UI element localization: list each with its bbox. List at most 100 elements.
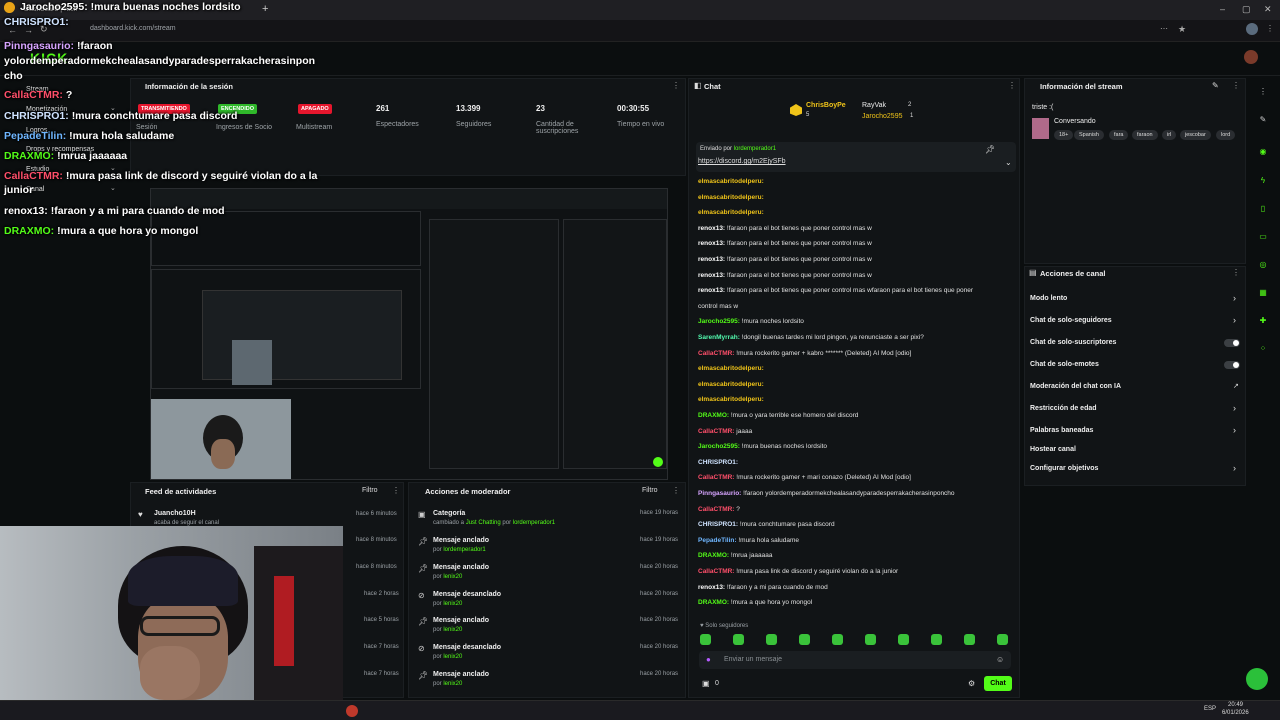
top-gifter-name[interactable]: RayVak xyxy=(862,102,886,109)
extensions-icon[interactable]: ⋯ xyxy=(1160,24,1168,33)
chat-message[interactable]: SarenMyrrah: !dongil buenas tardes mi lo… xyxy=(698,334,924,341)
chevron-right-icon[interactable]: › xyxy=(1233,315,1236,325)
age-restriction-item[interactable]: Restricción de edad xyxy=(1030,405,1097,412)
bookmark-star-icon[interactable]: ★ xyxy=(1178,24,1186,35)
layout-icon[interactable]: ▦ xyxy=(1254,285,1272,301)
top-gifter-name[interactable]: Jarocho2595 xyxy=(862,113,902,120)
apps-icon[interactable]: ⁘ xyxy=(1254,341,1272,357)
chat-username[interactable]: elmascabritodelperu: xyxy=(698,194,764,201)
chat-username[interactable]: renox13: xyxy=(698,584,725,591)
host-channel-item[interactable]: Hostear canal xyxy=(1030,446,1076,453)
more-options-icon[interactable]: ⋮ xyxy=(1232,268,1240,277)
emote-icon[interactable] xyxy=(799,634,810,645)
chat-message[interactable]: DRAXMO: !mura o yara terrible ese homero… xyxy=(698,412,858,419)
chat-username[interactable]: CHRISPRO1: xyxy=(698,459,738,466)
more-options-icon[interactable]: ⋮ xyxy=(392,486,400,495)
tag-chip[interactable]: 18+ xyxy=(1054,130,1074,140)
ai-moderation-item[interactable]: Moderación del chat con IA xyxy=(1030,383,1121,390)
chat-username[interactable]: SarenMyrrah: xyxy=(698,334,740,341)
chat-username[interactable]: DRAXMO: xyxy=(698,412,729,419)
edit-pencil-icon[interactable]: ✎ xyxy=(1212,81,1219,90)
minimize-icon[interactable]: – xyxy=(1220,4,1225,14)
user-avatar[interactable] xyxy=(1244,50,1258,64)
chat-message[interactable]: renox13: !faraon para el bot tienes que … xyxy=(698,287,973,294)
chat-message[interactable]: elmascabritodelperu: xyxy=(698,365,764,372)
emote-icon[interactable] xyxy=(733,634,744,645)
pencil-icon[interactable]: ✎ xyxy=(1254,112,1272,128)
broadcast-icon[interactable]: ◎ xyxy=(1254,257,1272,273)
chat-icon[interactable]: ▭ xyxy=(1254,229,1272,245)
chevron-right-icon[interactable]: › xyxy=(1233,425,1236,435)
chat-message[interactable]: elmascabritodelperu: xyxy=(698,194,764,201)
category-name[interactable]: Conversando xyxy=(1054,118,1096,125)
more-options-icon[interactable]: ⋮ xyxy=(1008,81,1016,90)
more-options-icon[interactable]: ⋮ xyxy=(672,486,680,495)
chat-message[interactable]: renox13: !faraon y a mi para cuando de m… xyxy=(698,584,828,591)
chat-username[interactable]: CallaCTMR: xyxy=(698,428,734,435)
chat-username[interactable]: elmascabritodelperu: xyxy=(698,396,764,403)
chat-message[interactable]: renox13: !faraon para el bot tienes que … xyxy=(698,256,872,263)
pin-icon[interactable]: 📌︎ xyxy=(985,145,995,154)
emote-icon[interactable] xyxy=(700,634,711,645)
chat-send-button[interactable]: Chat xyxy=(984,676,1012,691)
language-indicator[interactable]: ESP xyxy=(1204,706,1216,712)
emotes-only-toggle[interactable] xyxy=(1224,361,1240,369)
close-window-icon[interactable]: ✕ xyxy=(1264,4,1272,15)
smile-icon[interactable]: ☺ xyxy=(996,655,1004,664)
chat-username[interactable]: elmascabritodelperu: xyxy=(698,178,764,185)
chat-username[interactable]: Pinngasaurio: xyxy=(698,490,741,497)
chat-username[interactable]: renox13: xyxy=(698,272,725,279)
external-link-icon[interactable]: ↗ xyxy=(1233,382,1239,390)
more-options-icon[interactable]: ⋮ xyxy=(1232,81,1240,90)
followers-only-item[interactable]: Chat de solo-seguidores xyxy=(1030,317,1112,324)
chevron-right-icon[interactable]: › xyxy=(1233,463,1236,473)
chat-message[interactable]: DRAXMO: !mura a que hora yo mongol xyxy=(698,599,812,606)
slow-mode-item[interactable]: Modo lento xyxy=(1030,295,1067,302)
chat-message[interactable]: Jarocho2595: !mura buenas noches lordsit… xyxy=(698,443,827,450)
chat-message[interactable]: renox13: !faraon para el bot tienes que … xyxy=(698,272,872,279)
wrench-icon[interactable]: ✚ xyxy=(1254,313,1272,329)
lightning-icon[interactable]: ϟ xyxy=(1254,173,1272,189)
emote-icon[interactable] xyxy=(865,634,876,645)
chat-message[interactable]: CallaCTMR: jaaaa xyxy=(698,428,752,435)
chat-message[interactable]: CallaCTMR: !mura rockerito gamer + kabro… xyxy=(698,350,911,357)
chat-username[interactable]: Jarocho2595: xyxy=(698,318,740,325)
chat-username[interactable]: renox13: xyxy=(698,225,725,232)
chat-username[interactable]: elmascabritodelperu: xyxy=(698,365,764,372)
new-tab-icon[interactable]: + xyxy=(262,3,268,15)
chat-username[interactable]: renox13: xyxy=(698,287,725,294)
chat-username[interactable]: DRAXMO: xyxy=(698,552,729,559)
chevron-down-icon[interactable]: ⌄ xyxy=(1005,158,1012,167)
chevron-right-icon[interactable]: › xyxy=(1233,293,1236,303)
browser-menu-icon[interactable]: ⋮ xyxy=(1266,24,1274,33)
chat-username[interactable]: PepadeTilin: xyxy=(698,537,737,544)
url-field[interactable]: dashboard.kick.com/stream xyxy=(90,25,176,32)
chat-username[interactable]: renox13: xyxy=(698,256,725,263)
chat-username[interactable]: CallaCTMR: xyxy=(698,568,734,575)
activity-filter-button[interactable]: Filtro xyxy=(362,487,378,494)
emote-icon[interactable] xyxy=(898,634,909,645)
profile-avatar[interactable] xyxy=(1246,23,1258,35)
chat-username[interactable]: Jarocho2595: xyxy=(698,443,740,450)
more-options-icon[interactable]: ⋮ xyxy=(1254,84,1272,100)
chat-message[interactable]: elmascabritodelperu: xyxy=(698,178,764,185)
tag-chip[interactable]: lord xyxy=(1216,130,1236,140)
chat-username[interactable]: DRAXMO: xyxy=(698,599,729,606)
stream-preview[interactable] xyxy=(150,188,668,480)
chat-username[interactable]: CallaCTMR: xyxy=(698,506,734,513)
emote-picker-icon[interactable]: ● xyxy=(706,655,711,664)
camera-icon[interactable]: ◉ xyxy=(1254,144,1272,160)
emote-icon[interactable] xyxy=(766,634,777,645)
chat-username[interactable]: CHRISPRO1: xyxy=(698,521,738,528)
emote-icon[interactable] xyxy=(997,634,1008,645)
chat-message[interactable]: elmascabritodelperu: xyxy=(698,209,764,216)
goals-item[interactable]: Configurar objetivos xyxy=(1030,465,1098,472)
emote-icon[interactable] xyxy=(832,634,843,645)
emote-icon[interactable] xyxy=(931,634,942,645)
chat-message[interactable]: DRAXMO: !mrua jaaaaaa xyxy=(698,552,772,559)
chat-username[interactable]: renox13: xyxy=(698,240,725,247)
chat-message[interactable]: CHRISPRO1: !mura conchtumare pasa discor… xyxy=(698,521,835,528)
document-icon[interactable]: ▯ xyxy=(1254,201,1272,217)
chat-message[interactable]: Jarocho2595: !mura noches lordsito xyxy=(698,318,804,325)
tag-chip[interactable]: faraon xyxy=(1132,130,1158,140)
